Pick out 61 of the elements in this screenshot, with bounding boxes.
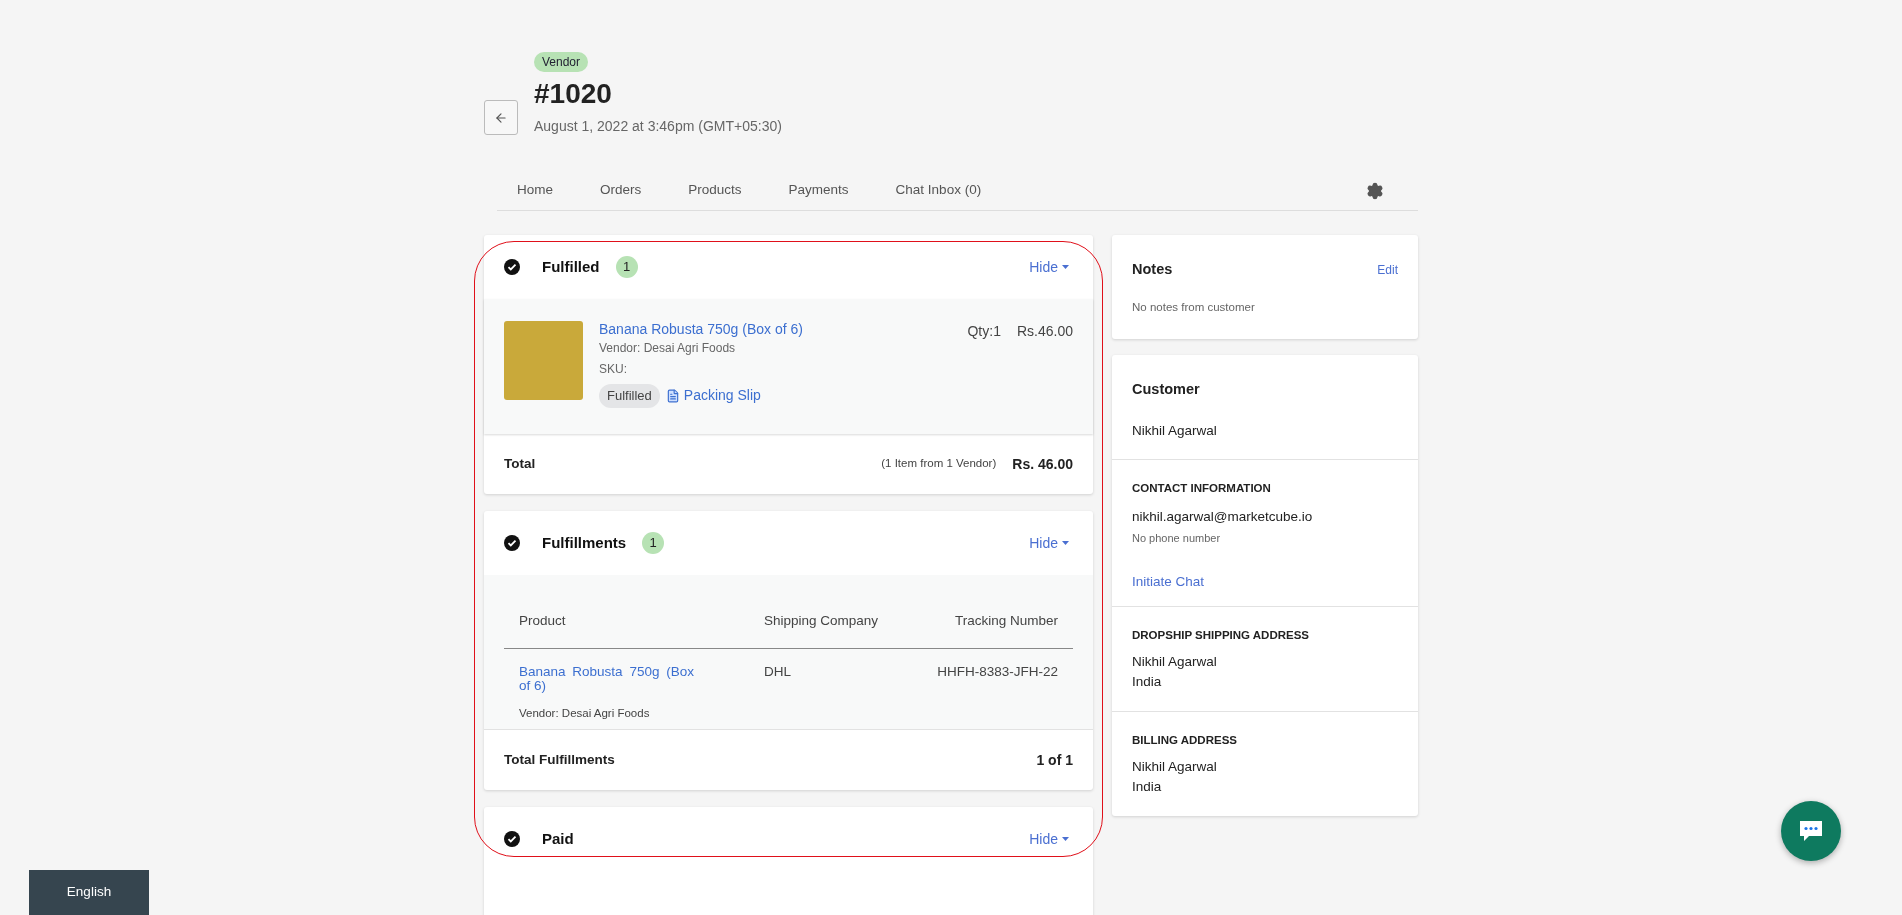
section-title: Fulfilled (542, 256, 600, 277)
card-title: Notes (1132, 260, 1173, 279)
product-link[interactable]: Banana Robusta 750g (Box of 6) (599, 320, 803, 338)
vendor-badge: Vendor (534, 52, 589, 72)
column-header: Product (519, 612, 567, 631)
address-line: India (1132, 673, 1163, 692)
nav-tab[interactable]: Products (668, 180, 762, 201)
address-line: India (1132, 778, 1163, 797)
caret-icon (1062, 541, 1069, 545)
quantity-text: Qty:1 (967, 322, 1001, 341)
column-header: Tracking Number (954, 612, 1058, 631)
hide-toggle[interactable]: Hide (1029, 828, 1069, 850)
vendor-text: Vendor: Desai Agri Foods (599, 340, 737, 357)
section-heading: BILLING ADDRESS (1132, 733, 1238, 748)
nav-tab[interactable]: Payments (768, 180, 869, 201)
customer-name: Nikhil Agarwal (1132, 421, 1218, 440)
sku-text: SKU: (599, 361, 628, 378)
table-cell-text: DHL (764, 665, 792, 681)
initiate-chat-link[interactable]: Initiate Chat (1132, 572, 1205, 593)
packing-slip-link[interactable]: Packing Slip (665, 385, 761, 407)
settings-icon[interactable] (1366, 181, 1384, 200)
nav-tab[interactable]: Chat Inbox (0) (875, 180, 1002, 201)
email-text: nikhil.agarwal@marketcube.io (1132, 508, 1313, 527)
product-link[interactable]: Banana Robusta 750g (Box of 6) (519, 665, 694, 693)
table-cell-text: HHFH-8383-JFH-22 (937, 665, 1058, 681)
checkmark-circle-icon (504, 535, 520, 551)
total-label: Total Fulfillments (504, 750, 615, 769)
section-heading: CONTACT INFORMATION (1132, 481, 1271, 496)
price-text: Rs.46.00 (1016, 322, 1073, 341)
nav-tab[interactable]: Home (497, 180, 573, 201)
count-badge: 1 (615, 256, 638, 278)
section-heading: DROPSHIP SHIPPING ADDRESS (1132, 628, 1310, 643)
document-icon (665, 388, 680, 403)
section-title: Paid (542, 828, 574, 849)
nav-tab[interactable]: Orders (580, 180, 662, 201)
language-button[interactable]: English (29, 870, 149, 915)
order-date: August 1, 2022 at 3:46pm (GMT+05:30) (534, 117, 782, 136)
total-note: (1 Item from 1 Vendor) (881, 456, 997, 472)
caret-icon (1062, 265, 1069, 269)
total-count: 1 of 1 (1036, 750, 1073, 770)
address-line: Nikhil Agarwal (1132, 758, 1218, 777)
total-amount: Rs. 46.00 (1012, 454, 1073, 474)
total-label: Total (504, 454, 536, 473)
order-title: #1020 (534, 77, 612, 111)
hide-toggle[interactable]: Hide (1029, 256, 1069, 278)
status-badge: Fulfilled (599, 384, 660, 408)
vendor-text: Vendor: Desai Agri Foods (519, 706, 651, 721)
card-title: Customer (1132, 380, 1201, 399)
count-badge: 1 (642, 532, 665, 554)
hide-toggle[interactable]: Hide (1029, 532, 1069, 554)
checkmark-circle-icon (504, 259, 520, 275)
caret-icon (1062, 837, 1069, 841)
section-title: Fulfillments (542, 532, 627, 553)
notes-text: No notes from customer (1132, 299, 1256, 315)
chat-bubble-icon (1798, 819, 1824, 843)
edit-link[interactable]: Edit (1377, 260, 1398, 279)
phone-text: No phone number (1132, 530, 1221, 546)
chat-button[interactable] (1781, 801, 1841, 861)
column-header: Shipping Company (764, 612, 880, 631)
address-line: Nikhil Agarwal (1132, 653, 1218, 672)
checkmark-circle-icon (504, 831, 520, 847)
